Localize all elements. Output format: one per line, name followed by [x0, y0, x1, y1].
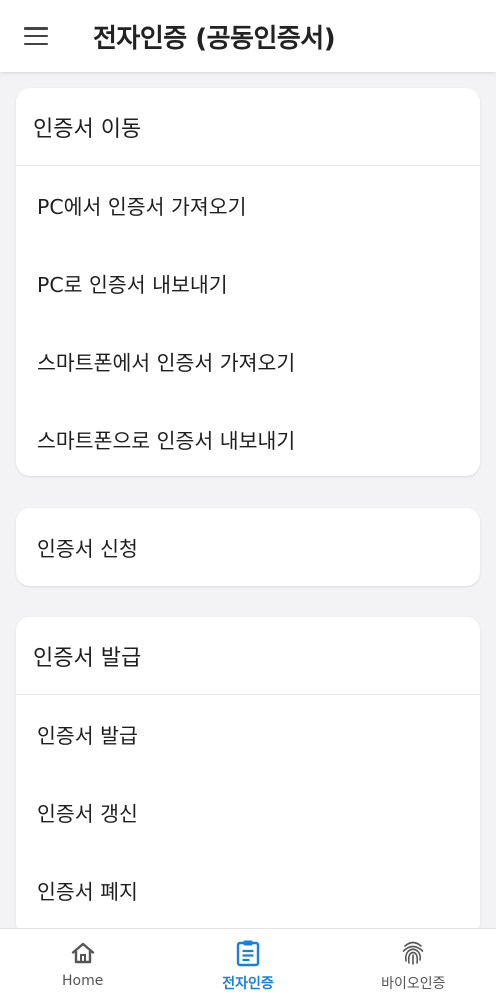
menu-item-revoke-certificate[interactable]: 인증서 폐지 — [16, 851, 480, 928]
main-content: 인증서 이동 PC에서 인증서 가져오기 PC로 인증서 내보내기 스마트폰에서… — [0, 72, 496, 928]
home-icon — [69, 939, 97, 967]
card-certificate-issue: 인증서 발급 인증서 발급 인증서 갱신 인증서 폐지 — [16, 617, 480, 928]
nav-item-e-certification[interactable]: 전자인증 — [165, 929, 330, 1000]
menu-item-export-to-smartphone[interactable]: 스마트폰으로 인증서 내보내기 — [16, 400, 480, 476]
menu-item-issue-certificate[interactable]: 인증서 발급 — [16, 695, 480, 773]
nav-label-bio-certification: 바이오인증 — [381, 976, 446, 992]
menu-item-import-from-smartphone[interactable]: 스마트폰에서 인증서 가져오기 — [16, 322, 480, 400]
menu-item-apply-certificate[interactable]: 인증서 신청 — [16, 508, 480, 586]
app-root: 전자인증 (공동인증서) 인증서 이동 PC에서 인증서 가져오기 PC로 인증… — [0, 0, 496, 1000]
section-header-issue: 인증서 발급 — [16, 617, 480, 695]
section-header-transfer: 인증서 이동 — [16, 88, 480, 166]
nav-item-bio-certification[interactable]: 바이오인증 — [331, 929, 496, 1000]
card-certificate-transfer: 인증서 이동 PC에서 인증서 가져오기 PC로 인증서 내보내기 스마트폰에서… — [16, 88, 480, 476]
page-title: 전자인증 (공동인증서) — [93, 24, 336, 54]
hamburger-menu-icon[interactable] — [22, 24, 50, 48]
clipboard-icon — [234, 939, 262, 967]
top-app-bar: 전자인증 (공동인증서) — [0, 0, 496, 72]
nav-item-home[interactable]: Home — [0, 929, 165, 1000]
card-certificate-apply: 인증서 신청 — [16, 508, 480, 586]
menu-item-import-from-pc[interactable]: PC에서 인증서 가져오기 — [16, 166, 480, 244]
fingerprint-icon — [399, 939, 427, 967]
bottom-navigation: Home 전자인증 바이오인증 — [0, 928, 496, 1000]
menu-item-renew-certificate[interactable]: 인증서 갱신 — [16, 773, 480, 851]
nav-label-e-certification: 전자인증 — [222, 976, 274, 992]
menu-item-export-to-pc[interactable]: PC로 인증서 내보내기 — [16, 244, 480, 322]
nav-label-home: Home — [61, 973, 104, 989]
